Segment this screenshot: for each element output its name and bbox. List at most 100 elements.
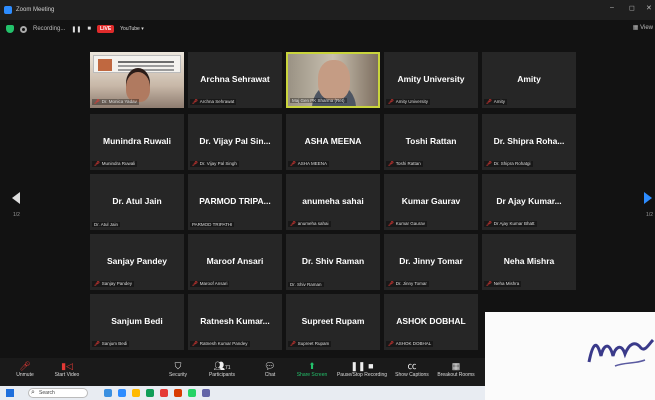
participant-tile[interactable]: Neha Mishra 🎤︎ Neha Mishra [482,234,576,290]
live-badge: LIVE [97,25,115,33]
participant-tile[interactable]: Dr. Jinny Tomar 🎤︎ Dr. Jinny Tomar [384,234,478,290]
participant-tile[interactable]: ASHA MEENA 🎤︎ ASHA MEENA [286,114,380,170]
participant-tile[interactable]: Sanjay Pandey 🎤︎ Sanjay Pandey [90,234,184,290]
brave-browser-icon[interactable] [160,389,168,397]
participant-name-label: 🎤︎ Maroof Ansari [190,281,230,287]
participant-tile[interactable]: Amity University 🎤︎ Amity University [384,52,478,108]
pause-recording-icon[interactable]: ❚❚ [71,26,81,33]
view-button[interactable]: ▦ View [633,24,653,31]
zoom-taskbar-icon[interactable] [118,389,126,397]
encryption-shield-icon[interactable] [6,25,14,33]
participant-name: Maj Gen PK Sharma (Ret) [292,98,345,103]
participant-tile[interactable]: Kumar Gaurav 🎤︎ Kumar Gaurav [384,174,478,230]
security-button[interactable]: ⛉ Security [164,360,192,378]
pause-stop-recording-button[interactable]: ❚❚ ■ Pause/Stop Recording [334,360,390,378]
participant-display-name: Ratnesh Kumar... [200,316,270,326]
participant-video [318,60,350,100]
muted-mic-icon: 🎤︎ [94,99,100,104]
powerpoint-icon[interactable] [174,389,182,397]
next-page-icon[interactable] [644,192,652,204]
muted-mic-icon: 🎤︎ [388,341,394,346]
teams-icon[interactable] [202,389,210,397]
participant-tile[interactable]: Maroof Ansari 🎤︎ Maroof Ansari [188,234,282,290]
participant-display-name: Dr. Shiv Raman [301,256,365,266]
recording-icon [20,25,27,33]
share-screen-label: Share Screen [296,372,328,378]
breakout-rooms-button[interactable]: ▦ Breakout Rooms [434,360,478,378]
participant-name-label: 🎤︎ Kumar Gaurav [386,221,427,227]
share-screen-button[interactable]: ⬆ Share Screen [292,360,332,378]
pause-stop-icon: ❚❚ ■ [350,361,374,371]
muted-mic-icon: 🎤︎ [486,99,492,104]
participant-tile[interactable]: Supreet Rupam 🎤︎ Supreet Rupam [286,294,380,350]
participant-display-name: Amity University [397,74,465,84]
participant-name-label: 🎤︎ Sanjay Pandey [92,281,134,287]
participant-tile[interactable]: Sanjum Bedi 🎤︎ Sanjum Bedi [90,294,184,350]
participant-name-label: 🎤︎ anumeha sahai [288,221,331,227]
grid-view-icon: ▦ [632,25,641,31]
muted-mic-icon: 🎤︎ [290,341,296,346]
participant-name-label: 🎤︎ Sanjum Bedi [92,341,130,347]
participant-tile[interactable]: anumeha sahai 🎤︎ anumeha sahai [286,174,380,230]
show-captions-button[interactable]: ㏄ Show Captions [392,360,432,378]
participant-tile[interactable]: Ratnesh Kumar... 🎤︎ Ratnesh Kumar Pandey [188,294,282,350]
participant-name-label: 🎤︎ Neha Mishra [484,281,522,287]
participant-name-label: Maj Gen PK Sharma (Ret) [290,98,347,103]
youtube-dropdown[interactable]: YouTube ▾ [120,26,144,32]
paper-overlay [485,312,655,400]
participant-name-label: 🎤︎ Amity [484,99,507,105]
unmute-button[interactable]: 🎤︎ Unmute [10,360,40,378]
muted-microphone-icon: 🎤︎ [19,361,31,371]
participant-tile[interactable]: ASHOK DOBHAL 🎤︎ ASHOK DOBHAL [384,294,478,350]
participant-name-label: 🎤︎ Dr. Shipra Rohatgi [484,161,533,167]
pause-recording-label: Pause/Stop Recording [336,372,388,378]
title-bar: Zoom Meeting – ◻ ✕ [0,0,655,20]
participant-display-name: Munindra Ruwali [103,136,171,146]
shared-slide [93,55,181,73]
maximize-icon[interactable]: ◻ [629,4,635,12]
previous-page-icon[interactable] [12,192,20,204]
participant-tile[interactable]: Dr. Shiv Raman Dr. Shiv Raman [286,234,380,290]
muted-mic-icon: 🎤︎ [290,161,296,166]
breakout-rooms-label: Breakout Rooms [437,372,475,378]
participant-tile[interactable]: Maj Gen PK Sharma (Ret) [286,52,380,108]
start-video-button[interactable]: ▮◁ Start Video [48,360,86,378]
view-label: View [640,25,653,31]
participant-tile[interactable]: Dr. Vijay Pal Sin... 🎤︎ Dr. Vijay Pal Sing… [188,114,282,170]
windows-start-icon[interactable] [6,389,14,397]
file-explorer-icon[interactable] [132,389,140,397]
participant-display-name: Toshi Rattan [405,136,457,146]
unmute-label: Unmute [16,372,34,378]
participant-name-label: 🎤︎ Toshi Rattan [386,161,423,167]
task-view-icon[interactable] [104,389,112,397]
whatsapp-icon[interactable] [188,389,196,397]
stop-recording-icon[interactable]: ■ [87,26,91,32]
shield-icon: ⛉ [174,361,182,371]
participant-tile[interactable]: Toshi Rattan 🎤︎ Toshi Rattan [384,114,478,170]
participant-name: Supreet Rupam [297,341,330,346]
participant-name: Ratnesh Kumar Pandey [199,341,248,346]
participants-button[interactable]: 👥︎71 Participants [204,360,240,378]
participant-name-label: Dr. Atul Jain [92,222,121,227]
minimize-icon[interactable]: – [610,4,614,11]
muted-mic-icon: 🎤︎ [94,341,100,346]
chat-button[interactable]: 💬︎ Chat [258,360,282,378]
close-icon[interactable]: ✕ [646,4,652,12]
participant-tile[interactable]: PARMOD TRIPA... PARMOD TRIPATHI [188,174,282,230]
participant-tile[interactable]: Amity 🎤︎ Amity [482,52,576,108]
participant-name-label: 🎤︎ ASHA MEENA [288,161,329,167]
participant-tile[interactable]: Dr Ajay Kumar... 🎤︎ Dr Ajay Kumar Bhatt [482,174,576,230]
participant-display-name: Dr. Atul Jain [112,196,162,206]
taskbar-search[interactable]: Search [28,388,88,398]
muted-mic-icon: 🎤︎ [290,221,296,226]
participant-name-label: 🎤︎ Dr Ajay Kumar Bhatt [484,221,537,227]
participant-tile[interactable]: Munindra Ruwali 🎤︎ Munindra Ruwali [90,114,184,170]
window-title: Zoom Meeting [16,7,55,13]
participant-tile[interactable]: Dr. Atul Jain Dr. Atul Jain [90,174,184,230]
participant-tile[interactable]: 🎤︎ Dr. Monica Yadav [90,52,184,108]
participant-display-name: Dr. Vijay Pal Sin... [199,136,271,146]
participant-tile[interactable]: Archna Sehrawat 🎤︎ Archna Sehrawat [188,52,282,108]
participant-tile[interactable]: Dr. Shipra Roha... 🎤︎ Dr. Shipra Rohatgi [482,114,576,170]
edge-browser-icon[interactable] [146,389,154,397]
participant-name-label: 🎤︎ Ratnesh Kumar Pandey [190,341,250,347]
